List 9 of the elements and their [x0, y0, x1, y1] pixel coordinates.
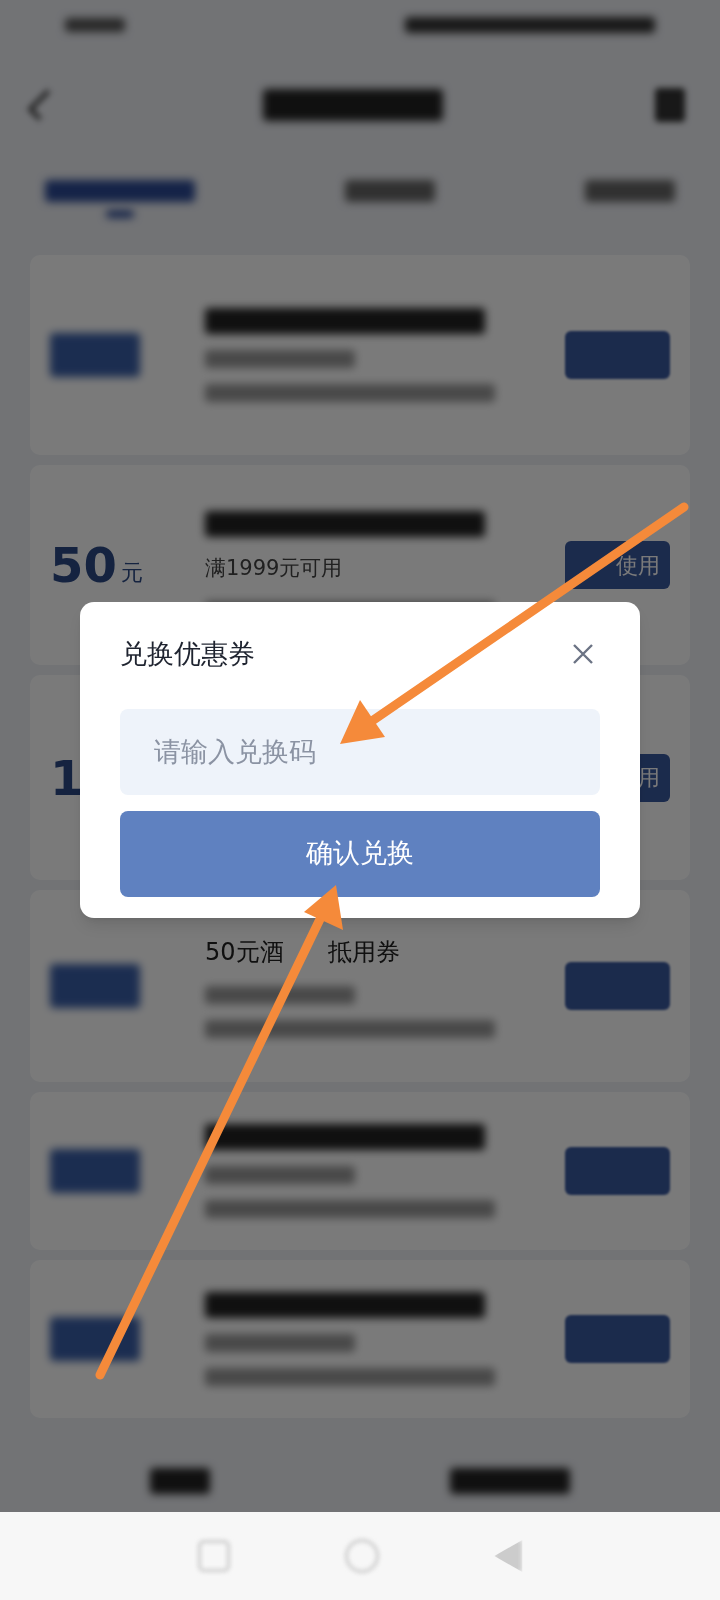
dialog-title: 兑换优惠券 [120, 637, 255, 671]
coupon-condition: 满1999元可用 [205, 555, 344, 583]
coupon-amount: 1 [50, 753, 84, 802]
coupon-amount: 50 [50, 541, 117, 589]
confirm-button[interactable]: 确认兑换 [120, 810, 600, 897]
coupon-unit: 元 [120, 559, 143, 587]
coupon-title: 50元酒 [205, 937, 284, 968]
code-input-field[interactable]: 请输入兑换码 [120, 708, 600, 795]
coupon-title: 抵用券 [327, 937, 400, 968]
